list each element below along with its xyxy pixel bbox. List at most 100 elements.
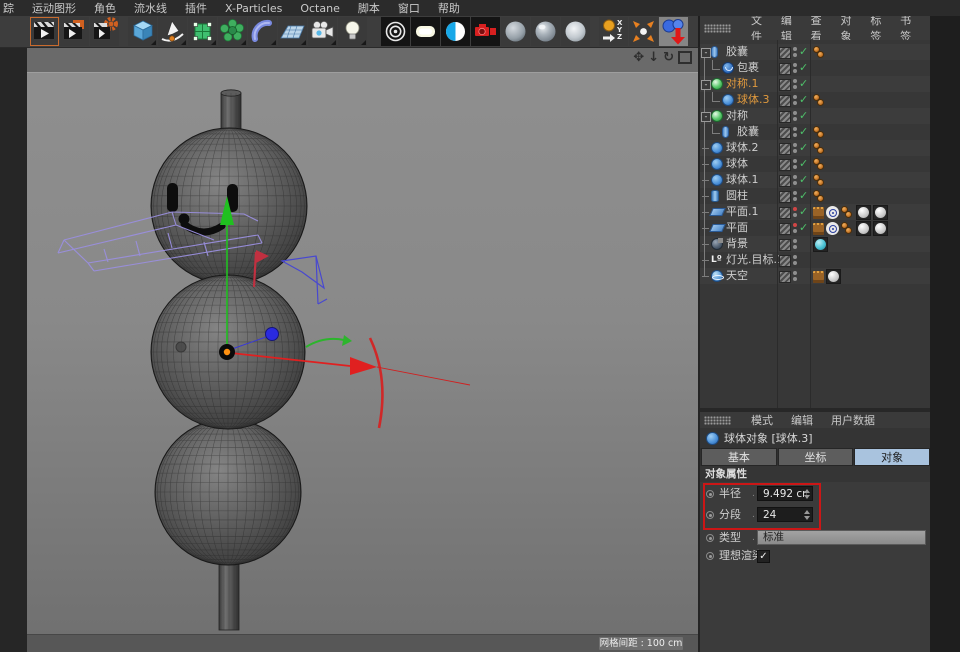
visibility-dots[interactable] xyxy=(793,159,797,169)
om-row-胶囊[interactable]: 胶囊 ✓ xyxy=(700,124,930,140)
visibility-dots[interactable] xyxy=(793,63,797,73)
om-row-球体.2[interactable]: 球体.2 ✓ xyxy=(700,140,930,156)
spline-arc-button[interactable] xyxy=(248,17,277,46)
enabled-check-icon[interactable]: ✓ xyxy=(799,140,808,156)
phong-tag-icon[interactable] xyxy=(813,94,826,107)
menu-item-7[interactable]: 脚本 xyxy=(349,0,389,16)
menu-item-8[interactable]: 窗口 xyxy=(389,0,429,16)
enabled-check-icon[interactable]: ✓ xyxy=(799,124,808,140)
layer-icon[interactable] xyxy=(779,95,791,107)
material-sphere-2-button[interactable] xyxy=(531,17,560,46)
om-row-对称[interactable]: -对称✓ xyxy=(700,108,930,124)
rotate-icon[interactable]: ↻ xyxy=(663,51,674,64)
enabled-check-icon[interactable]: ✓ xyxy=(799,76,808,92)
om-row-对称.1[interactable]: -对称.1✓ xyxy=(700,76,930,92)
om-row-圆柱[interactable]: 圆柱 ✓ xyxy=(700,188,930,204)
layer-icon[interactable] xyxy=(779,47,791,59)
material-thumb[interactable] xyxy=(873,221,888,236)
panel-grip-icon[interactable] xyxy=(704,416,731,425)
phong-tag-icon[interactable] xyxy=(841,222,854,235)
object-name[interactable]: 球体 xyxy=(726,156,748,172)
pan-icon[interactable]: ✥ xyxy=(633,51,644,64)
enabled-check-icon[interactable]: ✓ xyxy=(799,108,808,124)
layer-icon[interactable] xyxy=(779,111,791,123)
menu-item-5[interactable]: X-Particles xyxy=(216,2,291,15)
record-circle-icon[interactable] xyxy=(706,552,714,560)
axis-xyz-button[interactable]: X Y Z xyxy=(599,17,628,46)
visibility-dots[interactable] xyxy=(793,79,797,89)
layer-icon[interactable] xyxy=(779,271,791,283)
layer-icon[interactable] xyxy=(779,175,791,187)
enabled-check-icon[interactable]: ✓ xyxy=(799,220,808,236)
move-tool-button[interactable] xyxy=(659,17,688,46)
ideal-render-checkbox[interactable]: ✓ xyxy=(757,550,770,563)
enabled-check-icon[interactable]: ✓ xyxy=(799,204,808,220)
om-row-天空[interactable]: 天空 xyxy=(700,268,930,284)
om-row-背景[interactable]: 背景 xyxy=(700,236,930,252)
tab-basic[interactable]: 基本 xyxy=(701,448,777,466)
visibility-dots[interactable] xyxy=(793,207,797,217)
enabled-check-icon[interactable]: ✓ xyxy=(799,156,808,172)
subdivision-surface-button[interactable] xyxy=(188,17,217,46)
enabled-check-icon[interactable]: ✓ xyxy=(799,60,808,76)
am-menu-item-2[interactable]: 用户数据 xyxy=(822,412,884,428)
object-name[interactable]: 包裹 xyxy=(737,60,759,76)
visibility-dots[interactable] xyxy=(793,191,797,201)
om-row-胶囊[interactable]: - 胶囊 ✓ xyxy=(700,44,930,60)
phong-tag-icon[interactable] xyxy=(813,142,826,155)
phong-tag-icon[interactable] xyxy=(813,190,826,203)
layer-icon[interactable] xyxy=(779,207,791,219)
visibility-dots[interactable] xyxy=(793,95,797,105)
phong-tag-icon[interactable] xyxy=(813,174,826,187)
panel-grip-icon[interactable] xyxy=(704,24,731,33)
om-row-球体[interactable]: 球体 ✓ xyxy=(700,156,930,172)
render-picture-viewer-button[interactable] xyxy=(60,17,89,46)
object-name[interactable]: 平面.1 xyxy=(726,204,759,220)
object-manager[interactable]: -胶囊✓包裹✓-对称.1✓球体.3✓-对称✓胶囊✓球体.2✓球体✓球体.1✓圆柱… xyxy=(700,40,930,408)
layer-icon[interactable] xyxy=(779,127,791,139)
display-contrast-button[interactable] xyxy=(441,17,470,46)
tab-coordinates[interactable]: 坐标 xyxy=(778,448,854,466)
om-row-灯光.目标.1[interactable]: Lº灯光.目标.1 xyxy=(700,252,930,268)
phong-tag-icon[interactable] xyxy=(813,126,826,139)
object-name[interactable]: 胶囊 xyxy=(726,44,748,60)
visibility-dots[interactable] xyxy=(793,255,797,265)
visibility-dots[interactable] xyxy=(793,239,797,249)
visibility-dots[interactable] xyxy=(793,271,797,281)
enabled-check-icon[interactable]: ✓ xyxy=(799,188,808,204)
dolly-icon[interactable]: ↓ xyxy=(648,51,659,64)
layer-icon[interactable] xyxy=(779,191,791,203)
expander-icon[interactable]: - xyxy=(701,48,711,58)
material-thumb[interactable] xyxy=(873,205,888,220)
target-tag-icon[interactable] xyxy=(826,222,839,235)
texture-tag-icon[interactable] xyxy=(813,207,824,219)
menu-item-6[interactable]: Octane xyxy=(291,2,349,15)
layer-icon[interactable] xyxy=(779,239,791,251)
record-circle-icon[interactable] xyxy=(706,534,714,542)
object-name[interactable]: 对称.1 xyxy=(726,76,759,92)
object-name[interactable]: 灯光.目标.1 xyxy=(726,252,784,268)
maximize-icon[interactable] xyxy=(678,51,692,64)
object-name[interactable]: 圆柱 xyxy=(726,188,748,204)
type-dropdown[interactable]: 标准 xyxy=(757,530,926,545)
mograph-array-button[interactable] xyxy=(218,17,247,46)
texture-tag-icon[interactable] xyxy=(813,223,824,235)
object-name[interactable]: 平面 xyxy=(726,220,748,236)
layer-icon[interactable] xyxy=(779,255,791,267)
layer-icon[interactable] xyxy=(779,223,791,235)
menu-item-4[interactable]: 插件 xyxy=(176,0,216,16)
object-name[interactable]: 胶囊 xyxy=(737,124,759,140)
menu-item-0[interactable]: 踪 xyxy=(0,0,23,16)
visibility-dots[interactable] xyxy=(793,47,797,57)
layer-icon[interactable] xyxy=(779,143,791,155)
material-thumb[interactable] xyxy=(813,237,828,252)
phong-tag-icon[interactable] xyxy=(813,46,826,59)
object-name[interactable]: 球体.2 xyxy=(726,140,759,156)
visibility-dots[interactable] xyxy=(793,143,797,153)
om-row-平面[interactable]: 平面 ✓ xyxy=(700,220,930,236)
camera-button[interactable] xyxy=(308,17,337,46)
enabled-check-icon[interactable]: ✓ xyxy=(799,44,808,60)
om-row-球体.3[interactable]: 球体.3✓ xyxy=(700,92,930,108)
om-row-包裹[interactable]: 包裹 ✓ xyxy=(700,60,930,76)
target-button[interactable] xyxy=(381,17,410,46)
